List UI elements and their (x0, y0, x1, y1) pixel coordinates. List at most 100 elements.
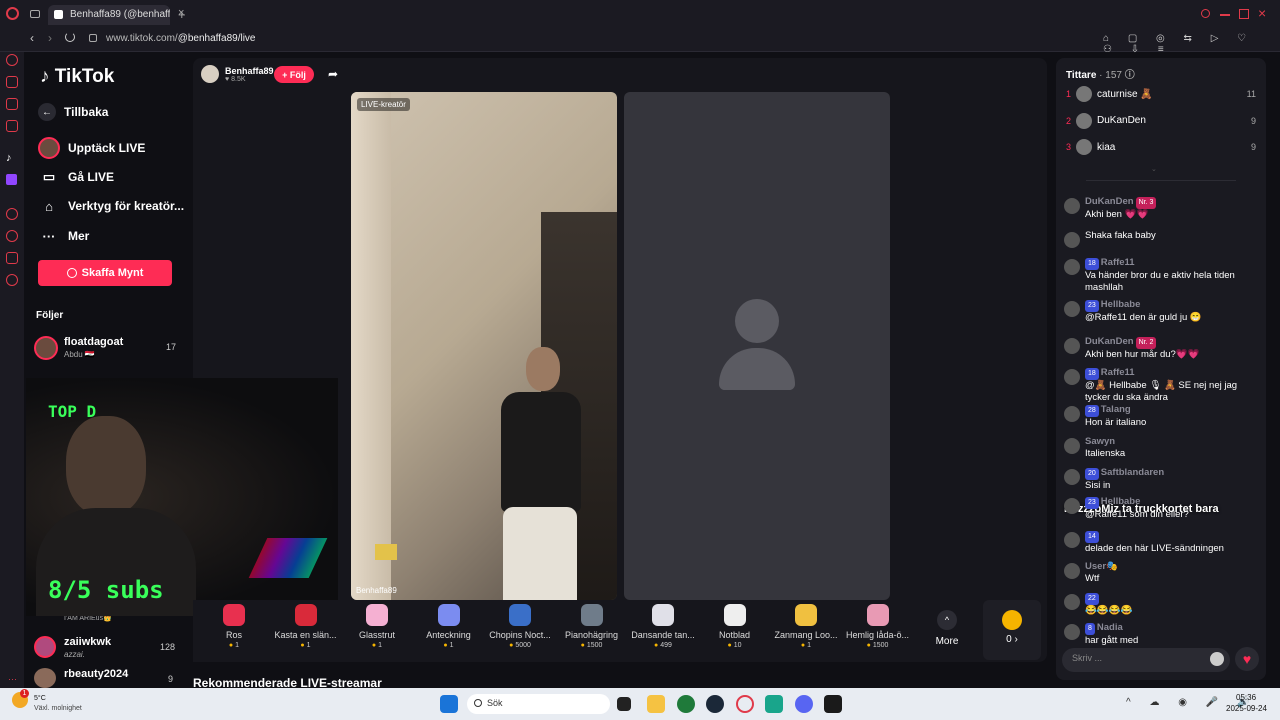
nav-creator-tools[interactable]: ⌂ Verktyg för kreatör... (38, 194, 184, 218)
clock-icon[interactable] (6, 230, 18, 242)
close-window-icon[interactable]: × (1258, 5, 1266, 21)
chat-username[interactable]: Raffe11 (1101, 257, 1135, 268)
gift-item[interactable]: Pianohägring 1500 (557, 604, 627, 649)
avatar[interactable] (1064, 301, 1080, 317)
more-dots-icon[interactable]: ··· (8, 674, 17, 684)
live-avatar-icon (38, 137, 60, 159)
mail-icon[interactable] (6, 120, 18, 132)
gift-item[interactable]: Hemlig låda-ö... 1500 (843, 604, 913, 649)
gift-item[interactable]: Zanmang Loo... 1 (771, 604, 841, 649)
windows-start-icon[interactable] (440, 695, 458, 713)
coin-balance-button[interactable]: 0 › (983, 600, 1041, 660)
chat-username[interactable]: Raffe11 (1101, 367, 1135, 378)
gift-item[interactable]: Glasstrut 1 (342, 604, 412, 649)
share-icon[interactable]: ➦ (328, 67, 338, 81)
player-icon[interactable] (6, 208, 18, 220)
xbox-icon[interactable] (677, 695, 695, 713)
nav-go-live[interactable]: ▭ Gå LIVE (38, 165, 114, 189)
chat-message: 18 Raffe11 @🧸 Hellbabe 🎙 🧸 SE nej nej jag … (1064, 367, 1260, 404)
following-item[interactable]: zaiiwkwk azzai. 128 (34, 634, 179, 660)
app-icon[interactable] (765, 695, 783, 713)
avatar[interactable] (1064, 198, 1080, 214)
new-tab-icon[interactable]: + (178, 7, 186, 22)
nav-more[interactable]: ··· Mer (38, 224, 90, 248)
avatar[interactable] (1064, 594, 1080, 610)
gift-item[interactable]: Ros 1 (199, 604, 269, 649)
following-name: zaiiwkwk (64, 636, 112, 648)
task-view-icon[interactable] (617, 697, 631, 711)
following-item[interactable]: rbeauty2024 9 (34, 666, 179, 688)
forward-icon[interactable]: › (48, 31, 52, 45)
reload-icon[interactable] (65, 32, 75, 42)
get-coins-button[interactable]: Skaffa Mynt (38, 260, 172, 286)
tiktok-sidebar-icon[interactable]: ♪ (6, 152, 12, 164)
discord-icon[interactable] (795, 695, 813, 713)
chat-username[interactable]: Hellbabe (1101, 299, 1141, 310)
nav-discover-live[interactable]: Upptäck LIVE (38, 136, 145, 160)
host-avatar[interactable] (201, 65, 219, 83)
history-icon[interactable] (6, 54, 18, 66)
gift-item[interactable]: Chopins Noct... 5000 (485, 604, 555, 649)
avatar[interactable] (1064, 369, 1080, 385)
avatar[interactable] (1064, 406, 1080, 422)
settings-icon[interactable] (6, 274, 18, 286)
top-viewer-row[interactable]: 2 DuKanDen 9 (1066, 112, 1256, 129)
steam-icon[interactable] (706, 695, 724, 713)
chat-username[interactable]: Saftblandaren (1101, 467, 1164, 478)
chat-username[interactable]: DuKanDen (1085, 196, 1134, 207)
gift-item[interactable]: Anteckning 1 (414, 604, 484, 649)
gift-item[interactable]: Kasta en slän... 1 (271, 604, 341, 649)
avatar[interactable] (1064, 532, 1080, 548)
chat-input[interactable]: Skriv ... (1062, 648, 1230, 672)
back-icon[interactable]: ‹ (30, 31, 34, 45)
gift-item[interactable]: Notblad 10 (700, 604, 770, 649)
minimize-icon[interactable] (1220, 14, 1230, 16)
avatar[interactable] (1064, 438, 1080, 454)
avatar[interactable] (1064, 624, 1080, 640)
following-item[interactable]: floatdagoat Abdu 🇮🇶 17 (34, 334, 179, 364)
host-video[interactable]: LIVE-kreatör Benhaffa89 (351, 92, 617, 600)
maximize-icon[interactable] (1239, 9, 1249, 19)
avatar[interactable] (1064, 498, 1080, 514)
chat-username[interactable]: Talang (1101, 404, 1131, 415)
opera-icon[interactable] (6, 7, 19, 20)
obs-icon[interactable] (824, 695, 842, 713)
twitch-icon[interactable] (6, 174, 17, 185)
back-link[interactable]: ← Tillbaka (38, 100, 108, 124)
gift-item[interactable]: Dansande tan... 499 (628, 604, 698, 649)
opera-gx-icon[interactable] (736, 695, 754, 713)
help-icon[interactable]: ⓘ (1125, 70, 1135, 81)
toolbar-icons[interactable]: ⌂ ▢ ◎ ⇆ ▷ ♡ ⚇ ⇩ ≡ (1103, 33, 1263, 55)
avatar[interactable] (1064, 469, 1080, 485)
top-viewer-row[interactable]: 1 caturnise 🧸 11 (1066, 86, 1256, 102)
box-icon[interactable] (6, 252, 18, 264)
expand-icon[interactable]: ⌄ (1151, 165, 1157, 173)
like-heart-icon[interactable]: ♥ (1235, 647, 1259, 671)
search-icon[interactable] (1201, 9, 1210, 18)
avatar[interactable] (1064, 259, 1080, 275)
chat-username[interactable]: Sawyn (1085, 436, 1115, 447)
avatar[interactable] (1064, 563, 1080, 579)
follow-button[interactable]: + Följ (274, 66, 314, 83)
gifts-more-button[interactable]: ^ More (931, 610, 963, 656)
tab-switcher-icon[interactable] (30, 10, 40, 18)
messenger-icon[interactable] (6, 98, 18, 110)
url-prefix: www.tiktok.com/ (106, 33, 178, 44)
tab-tiktok[interactable]: Benhaffa89 (@benhaff (48, 5, 170, 25)
chat-username[interactable]: Hellbabe (1101, 496, 1141, 507)
host-name[interactable]: Benhaffa89 (225, 66, 274, 76)
emoji-icon[interactable] (1210, 652, 1224, 666)
top-viewer-row[interactable]: 3 kiaa 9 (1066, 139, 1256, 155)
avatar[interactable] (1064, 338, 1080, 354)
chat-username[interactable]: Nadia (1097, 622, 1123, 633)
taskbar-search[interactable]: Sök (467, 694, 610, 714)
following-count: 17 (166, 342, 177, 352)
bag-icon[interactable] (6, 76, 18, 88)
file-explorer-icon[interactable] (647, 695, 665, 713)
url-field[interactable]: www.tiktok.com/@benhaffa89/live (106, 33, 256, 44)
avatar[interactable] (1064, 232, 1080, 248)
tiktok-logo[interactable]: ♪ TikTok (40, 66, 114, 88)
chat-username[interactable]: User🎭 (1085, 561, 1118, 572)
chat-username[interactable]: DuKanDen (1085, 336, 1134, 347)
guest-slot[interactable] (624, 92, 890, 600)
